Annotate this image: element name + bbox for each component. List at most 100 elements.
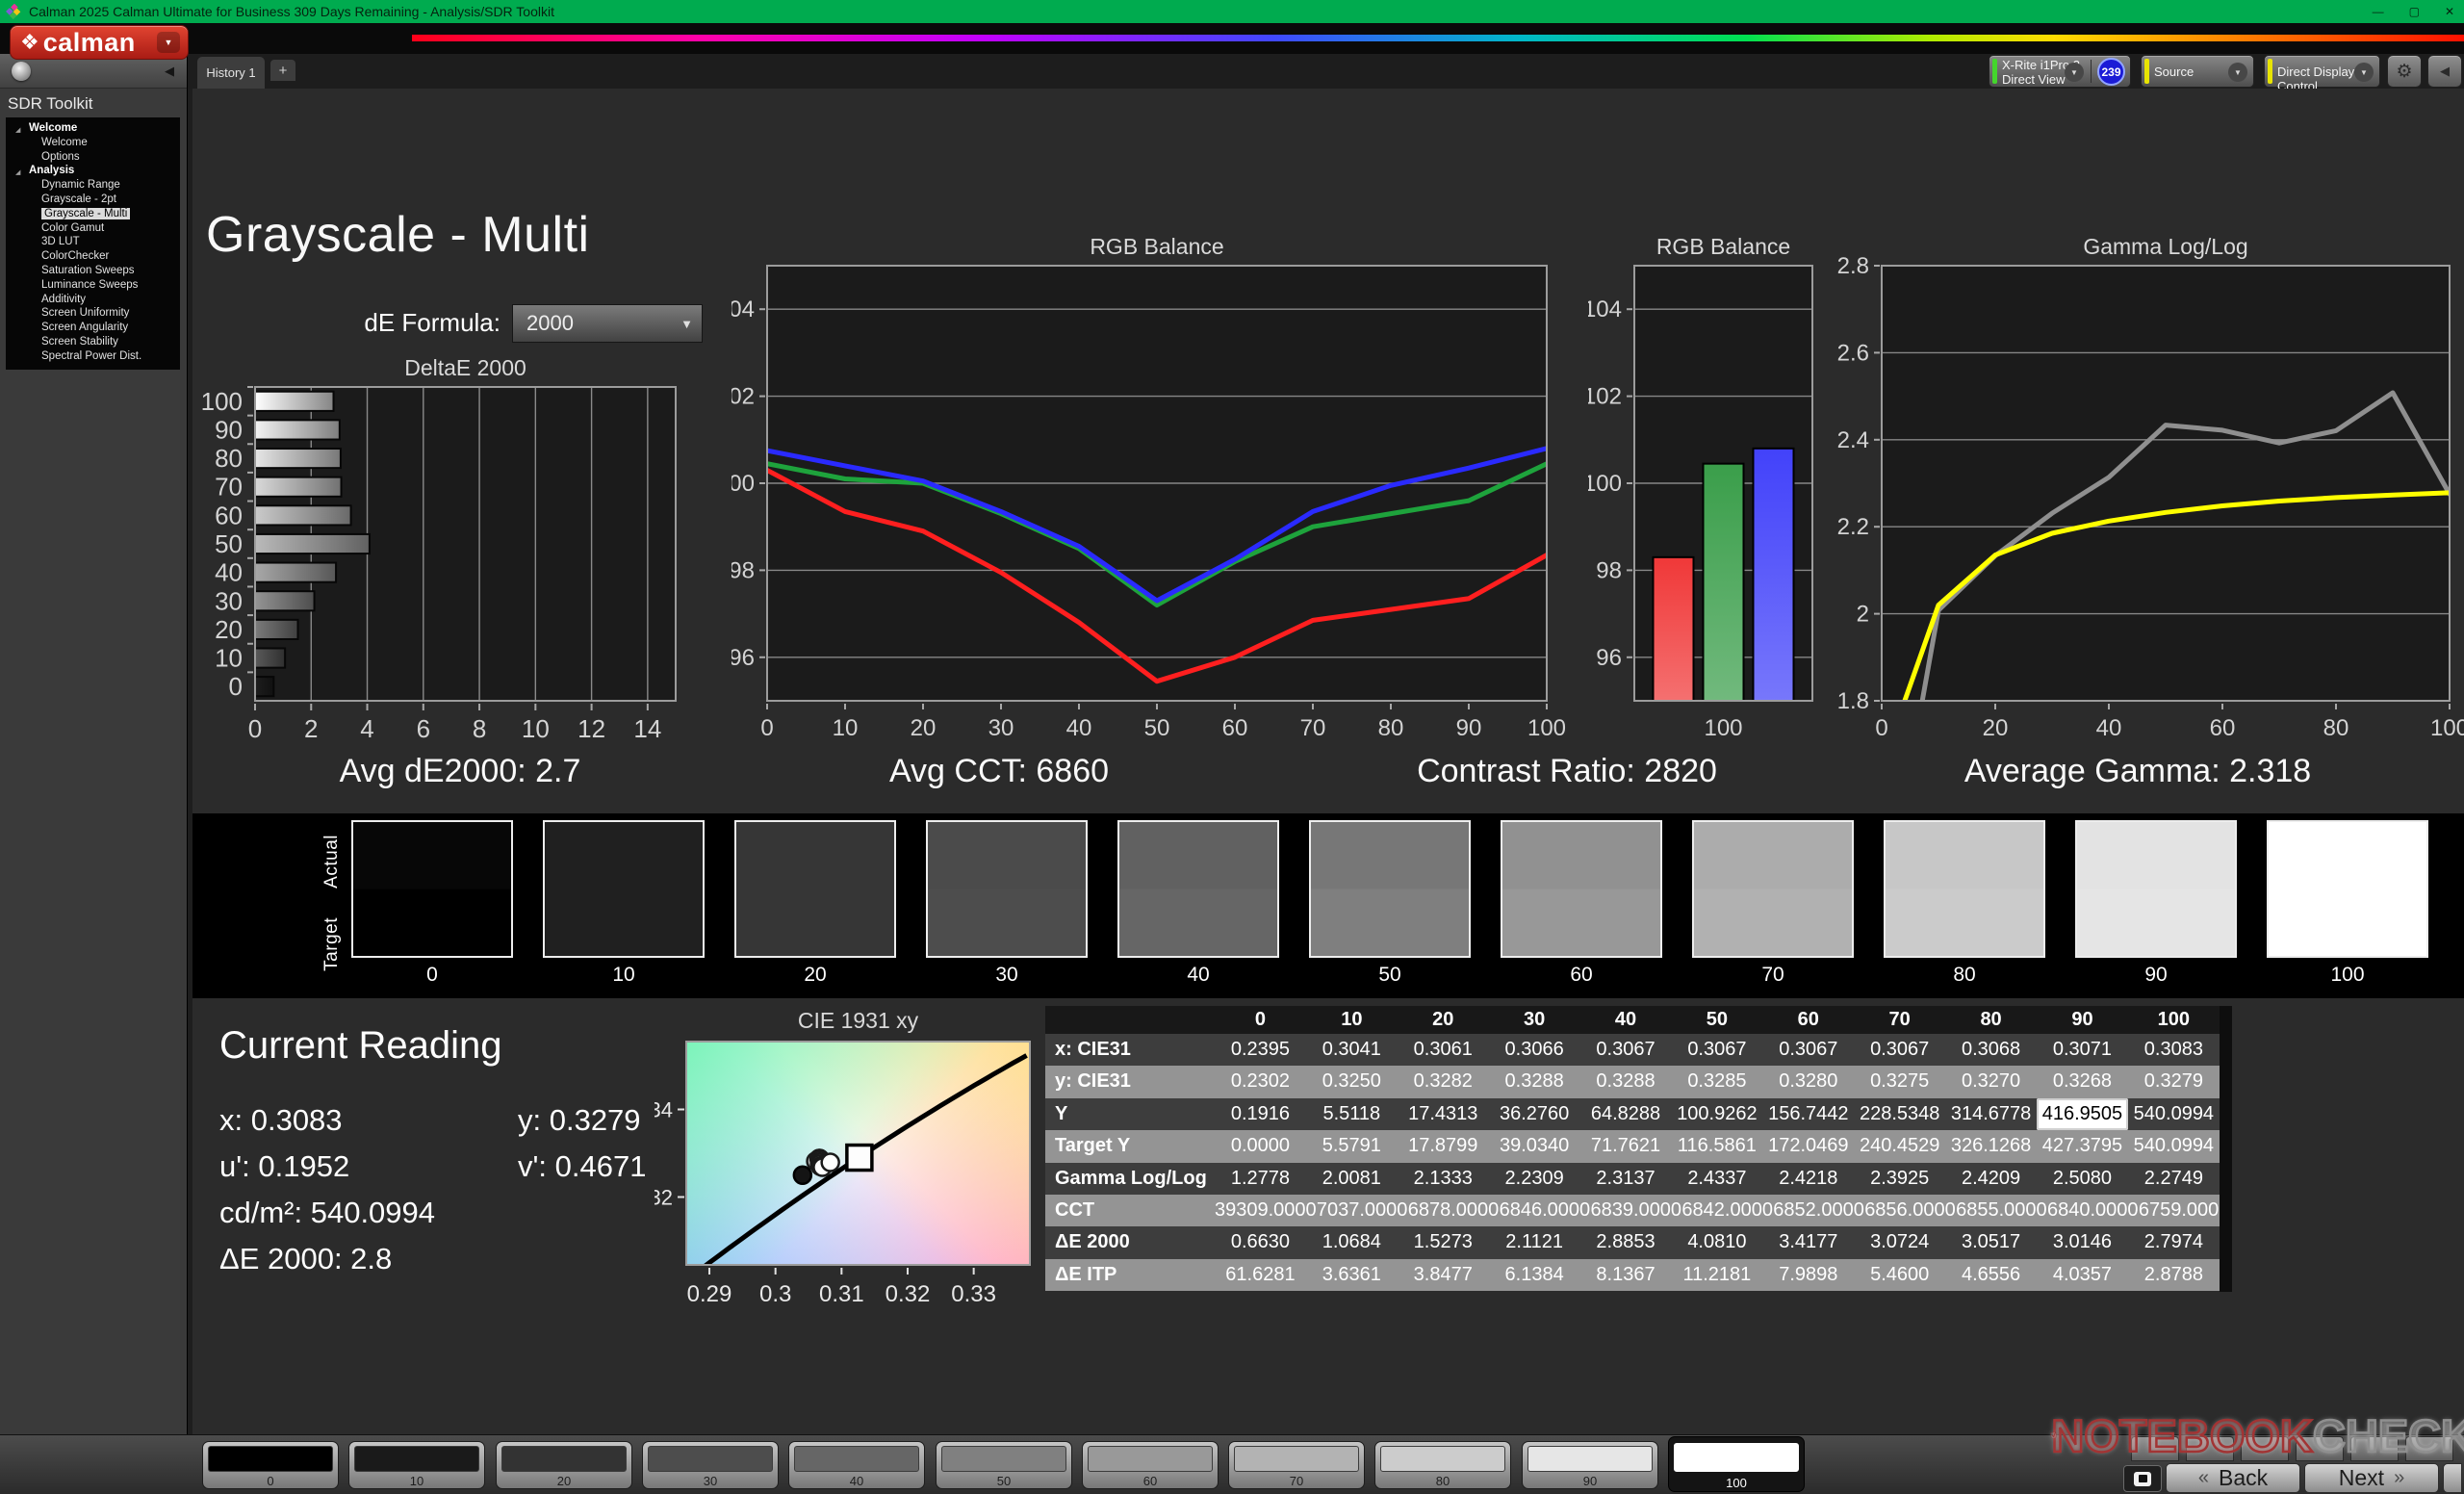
sidebar-item-screen-stability[interactable]: Screen Stability xyxy=(6,335,180,349)
add-tab-button[interactable]: + xyxy=(270,60,295,81)
collapse-panel-button[interactable]: ◀ xyxy=(2427,55,2462,88)
svg-text:30: 30 xyxy=(988,715,1014,741)
toolbar-stub-button[interactable] xyxy=(2241,1436,2289,1461)
settings-button[interactable]: ⚙ xyxy=(2387,55,2422,88)
sidebar-item-saturation-sweeps[interactable]: Saturation Sweeps xyxy=(6,264,180,278)
sidebar-item-spectral-power-dist-[interactable]: Spectral Power Dist. xyxy=(6,349,180,364)
calman-logo-button[interactable]: ❖ calman ▼ xyxy=(10,25,189,60)
sidebar-item-options[interactable]: Options xyxy=(6,150,180,165)
close-button[interactable]: ✕ xyxy=(2445,5,2454,18)
calman-diamond-icon: ❖ xyxy=(20,30,39,54)
sidebar-item-analysis[interactable]: ◢ Analysis xyxy=(6,164,180,178)
footer-level-card[interactable]: 100 xyxy=(1668,1436,1805,1492)
sidebar-item-dynamic-range[interactable]: Dynamic Range xyxy=(6,178,180,193)
footer-level-card[interactable]: 60 xyxy=(1082,1441,1219,1489)
sidebar-item-screen-angularity[interactable]: Screen Angularity xyxy=(6,321,180,335)
stat-avg-de2000: Avg dE2000: 2.7 xyxy=(339,753,581,789)
sidebar-item-screen-uniformity[interactable]: Screen Uniformity xyxy=(6,306,180,321)
table-cell: 0.3067 xyxy=(1596,1039,1656,1060)
chevron-down-icon[interactable]: ▼ xyxy=(157,32,180,53)
svg-text:0: 0 xyxy=(229,672,243,701)
table-cell: 6855.0000 xyxy=(1956,1198,2047,1221)
current-reading-title: Current Reading xyxy=(219,1024,502,1067)
app-icon xyxy=(6,4,21,19)
svg-text:98: 98 xyxy=(732,557,755,583)
source-dropdown[interactable]: Source ▼ xyxy=(2141,55,2254,88)
svg-text:90: 90 xyxy=(1456,715,1482,741)
footer-swatch xyxy=(354,1446,479,1472)
sidebar-item-3d-lut[interactable]: 3D LUT xyxy=(6,235,180,249)
next-chevron-icon: » xyxy=(2394,1467,2405,1488)
chevron-down-icon[interactable]: ▼ xyxy=(2354,63,2374,82)
meter-dropdown[interactable]: X-Rite i1Pro 2 Direct View ▼ 239 xyxy=(1989,55,2131,88)
grayscale-swatch xyxy=(543,820,705,958)
minimize-button[interactable]: — xyxy=(2373,5,2384,18)
de-formula-select[interactable]: 2000 ▼ xyxy=(512,304,703,343)
sidebar-item-luminance-sweeps[interactable]: Luminance Sweeps xyxy=(6,278,180,293)
footer-level-card[interactable]: 50 xyxy=(936,1441,1072,1489)
reading-y: y: 0.3279 xyxy=(518,1103,641,1137)
table-cell: 0.3067 xyxy=(1779,1039,1838,1060)
chevron-down-icon[interactable]: ▼ xyxy=(2228,63,2247,82)
svg-text:2: 2 xyxy=(304,714,318,743)
sidebar-item-grayscale-2pt[interactable]: Grayscale - 2pt xyxy=(6,193,180,207)
footer-level-card[interactable]: 10 xyxy=(348,1441,485,1489)
toolbar-stub-button[interactable] xyxy=(2296,1436,2344,1461)
collapse-sidebar-icon[interactable]: ◀ xyxy=(160,62,179,81)
table-cell: 2.4209 xyxy=(1961,1167,2021,1189)
footer-level-card[interactable]: 80 xyxy=(1374,1441,1511,1489)
sidebar-item-colorchecker[interactable]: ColorChecker xyxy=(6,249,180,264)
table-cell: 6.1384 xyxy=(1504,1263,1564,1285)
table-cell: 2.8788 xyxy=(2143,1263,2203,1285)
reading-x: x: 0.3083 xyxy=(219,1103,343,1137)
meter-status-stripe xyxy=(1992,59,1997,84)
svg-text:100: 100 xyxy=(1588,471,1622,497)
chevron-down-icon[interactable]: ▼ xyxy=(2065,63,2084,82)
deltae2000-bar-chart: 0 2 4 6 8 10 12 141009080706050403020100DeltaE … xyxy=(201,355,677,743)
tab-history[interactable]: History 1 xyxy=(197,57,265,89)
next-button[interactable]: Next » xyxy=(2304,1463,2439,1493)
toolbar-stub-button[interactable] xyxy=(2405,1436,2453,1461)
svg-text:100: 100 xyxy=(2430,715,2464,741)
sidebar-item-welcome[interactable]: Welcome xyxy=(6,136,180,150)
toolbar-stub-button[interactable] xyxy=(2186,1436,2234,1461)
top-control-bar: History 1 + X-Rite i1Pro 2 Direct View ▼… xyxy=(188,54,2464,93)
svg-text:50: 50 xyxy=(1144,715,1170,741)
table-cell: 0.3067 xyxy=(1687,1039,1747,1060)
table-cell: 3.8477 xyxy=(1413,1263,1473,1285)
source-label: Source xyxy=(2154,64,2194,79)
toolbar-stub-button[interactable] xyxy=(2131,1436,2179,1461)
footer-level-card[interactable]: 40 xyxy=(788,1441,925,1489)
display-mode-button[interactable] xyxy=(2123,1465,2162,1492)
svg-text:102: 102 xyxy=(1588,384,1622,410)
grayscale-swatch xyxy=(1692,820,1854,958)
table-cell: 2.1121 xyxy=(1505,1231,1563,1253)
maximize-button[interactable]: ▢ xyxy=(2409,5,2420,18)
table-row: x: CIE31 0.2395 0.3041 0.3061 0.3066 0.3067 0.… xyxy=(1045,1034,2220,1067)
svg-text:RGB Balance: RGB Balance xyxy=(1656,234,1790,259)
sidebar-item-color-gamut[interactable]: Color Gamut xyxy=(6,221,180,236)
sidebar-item-welcome[interactable]: ◢ Welcome xyxy=(6,121,180,136)
table-row: y: CIE31 0.2302 0.3250 0.3282 0.3288 0.3288 0.… xyxy=(1045,1066,2220,1098)
panel-knob-button[interactable] xyxy=(12,62,31,81)
overflow-button[interactable] xyxy=(2443,1463,2462,1493)
footer-level-card[interactable]: 20 xyxy=(496,1441,632,1489)
collapse-left-icon: ◀ xyxy=(2440,64,2450,78)
footer-level-card[interactable]: 0 xyxy=(202,1441,339,1489)
back-button[interactable]: « Back xyxy=(2166,1463,2300,1493)
actual-row-label: Actual xyxy=(321,835,342,889)
svg-text:70: 70 xyxy=(215,473,243,502)
toolbar-stub-button[interactable] xyxy=(2350,1436,2399,1461)
footer-level-card[interactable]: 90 xyxy=(1522,1441,1658,1489)
display-control-dropdown[interactable]: Direct Display Control ▼ xyxy=(2264,55,2380,93)
footer-level-card[interactable]: 30 xyxy=(642,1441,779,1489)
table-cell: 6852.0000 xyxy=(1773,1198,1864,1221)
table-column-header: 40 xyxy=(1614,1009,1637,1030)
table-cell: 39309.0000 xyxy=(1215,1198,1317,1221)
grayscale-swatch-label: 70 xyxy=(1761,964,1784,986)
svg-text:0.31: 0.31 xyxy=(819,1281,864,1307)
sidebar-item-grayscale-multi[interactable]: Grayscale - Multi xyxy=(6,207,180,221)
footer-level-card[interactable]: 70 xyxy=(1228,1441,1365,1489)
sidebar-item-additivity[interactable]: Additivity xyxy=(6,293,180,307)
table-cell: 6840.0000 xyxy=(2046,1198,2139,1221)
